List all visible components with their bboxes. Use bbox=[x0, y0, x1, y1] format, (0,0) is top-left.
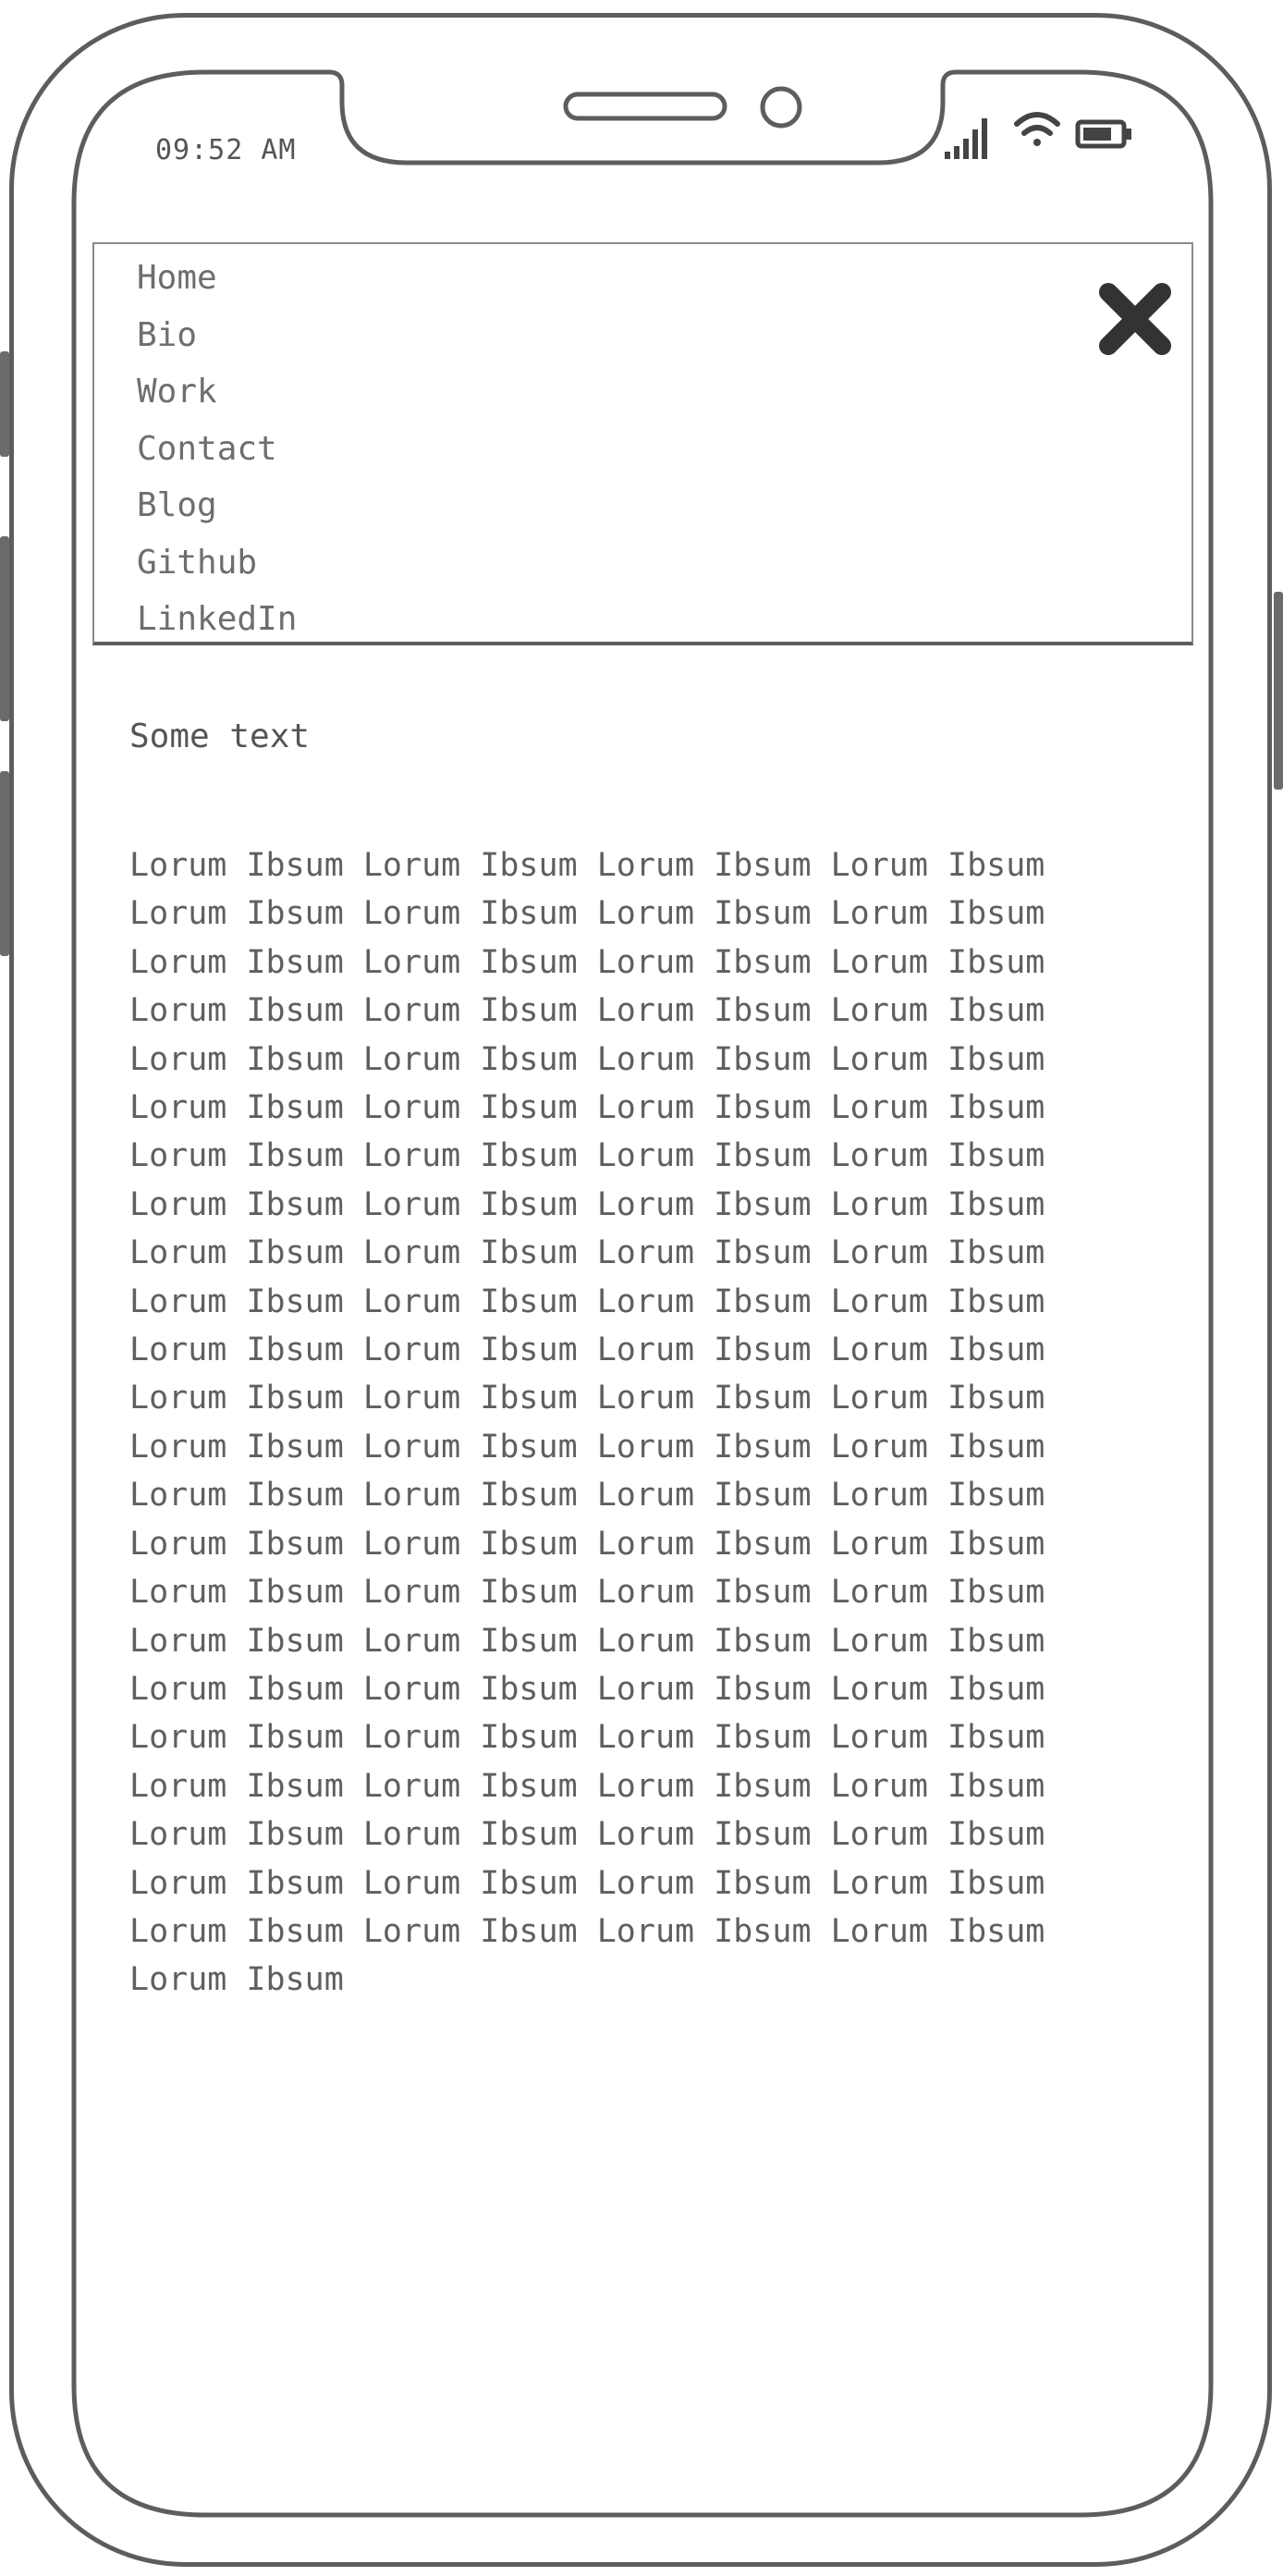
nav-item-contact[interactable]: Contact bbox=[137, 421, 297, 478]
status-icons bbox=[945, 112, 1131, 159]
nav-item-bio[interactable]: Bio bbox=[137, 307, 297, 364]
nav-menu-list: Home Bio Work Contact Blog Github Linked… bbox=[137, 250, 297, 648]
battery-icon bbox=[1075, 119, 1131, 149]
volume-up-button bbox=[0, 536, 9, 721]
nav-item-blog[interactable]: Blog bbox=[137, 477, 297, 534]
content-heading: Some text bbox=[129, 718, 311, 755]
nav-item-github[interactable]: Github bbox=[137, 534, 297, 592]
nav-item-work[interactable]: Work bbox=[137, 363, 297, 421]
close-icon[interactable] bbox=[1095, 279, 1175, 359]
content-body: Lorum Ibsum Lorum Ibsum Lorum Ibsum Loru… bbox=[129, 847, 1065, 1999]
wifi-icon bbox=[1014, 112, 1060, 146]
nav-item-home[interactable]: Home bbox=[137, 250, 297, 307]
nav-item-linkedin[interactable]: LinkedIn bbox=[137, 591, 297, 648]
signal-icon bbox=[945, 118, 987, 159]
status-time: 09:52 AM bbox=[155, 134, 297, 166]
nav-menu: Home Bio Work Contact Blog Github Linked… bbox=[92, 242, 1193, 645]
silent-switch bbox=[0, 351, 9, 457]
power-button bbox=[1274, 592, 1283, 790]
volume-down-button bbox=[0, 771, 9, 956]
